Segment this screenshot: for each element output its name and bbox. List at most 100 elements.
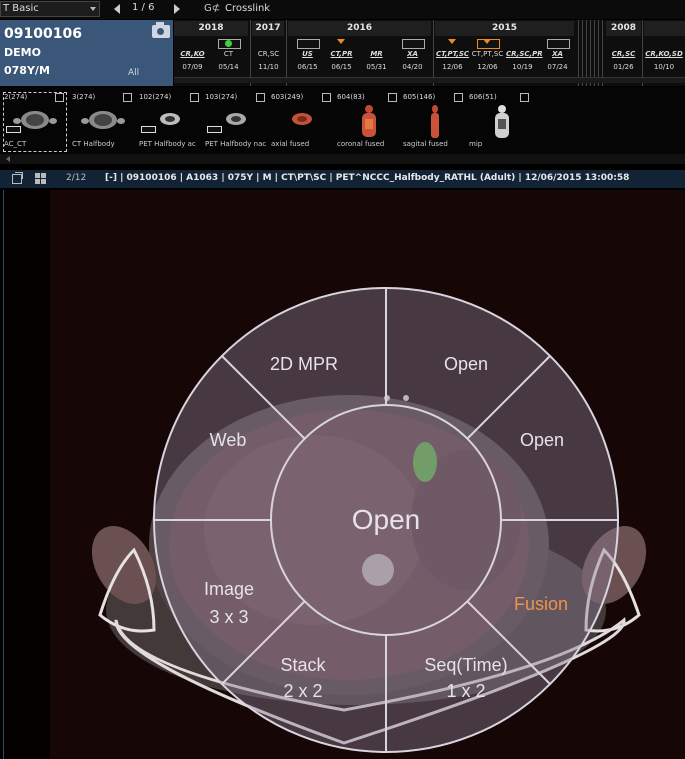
series-select-box[interactable] [55,93,64,102]
series-select-box[interactable] [454,93,463,102]
radial-item-2d-mpr[interactable]: 2D MPR [270,354,338,374]
series-thumbnail[interactable]: 102(274) PET Halfbody ac [139,93,201,151]
radial-item-image[interactable]: Image [204,579,254,599]
series-thumbnail[interactable]: 604(83) coronal fused [337,93,399,151]
patient-panel[interactable]: 09100106 DEMO 078Y/M All [0,20,173,86]
maximize-icon[interactable] [12,172,23,184]
study-modality: MR [370,50,383,58]
series-select-box[interactable] [190,93,199,102]
series-label: sagital fused [403,140,448,148]
study-modality: CT,PT,SC [471,50,504,58]
patient-name: DEMO [4,46,41,59]
series-select-box[interactable] [256,93,265,102]
flag-triangle-icon [448,39,456,44]
radial-item-fusion[interactable]: Fusion [514,594,568,614]
study-item[interactable]: CT,PT,SC 12/06 [436,20,469,76]
study-date: 04/20 [402,63,423,71]
grid-layout-icon[interactable] [35,173,46,184]
study-item[interactable]: MR 05/31 [360,20,393,76]
previous-page-icon[interactable] [114,4,120,14]
series-select-box[interactable] [123,93,132,102]
viewer-header: 2/12 [-] | 09100106 | A1063 | 075Y | M |… [0,170,685,188]
study-timeline: 2018 2017 2016 2015 2008 CR,KO 07/09 CT … [174,20,685,86]
study-info: [-] | 09100106 | A1063 | 075Y | M | CT\P… [105,173,630,183]
series-label: PET Halfbody ac [139,140,196,148]
patient-age-sex: 078Y/M [4,64,50,77]
study-date: 12/06 [477,63,498,71]
study-item[interactable]: CR,KO 07/09 [176,20,209,76]
series-thumbnail-image [362,105,376,137]
study-date: 10/19 [512,63,533,71]
series-header: 2(274) [4,93,28,101]
flag-triangle-icon [337,39,345,44]
crosslink-icon[interactable]: G⊄ [204,3,220,14]
radial-item-image-sub: 3 x 3 [209,607,248,627]
radial-item-stack-sub: 2 x 2 [283,681,322,701]
series-thumbnail[interactable]: 3(274) CT Halfbody [72,93,134,151]
image-viewport[interactable]: Open 2D MPR Open Web Open Image 3 x 3 Fu… [3,190,685,759]
series-label: PET Halfbody nac [205,140,267,148]
radial-center-open[interactable]: Open [352,504,421,535]
image-count: 2/12 [66,173,87,183]
series-header: 3(274) [72,93,96,101]
radial-item-open-top[interactable]: Open [444,354,488,374]
study-date: 05/14 [218,63,239,71]
study-item[interactable]: US 06/15 [291,20,324,76]
series-thumbnail[interactable]: 605(146) sagital fused [403,93,465,151]
study-item[interactable]: CT,PR 06/15 [325,20,358,76]
series-strip: 2(274) AC_CT 3(274) CT Halfbody 102(274)… [0,87,685,154]
timeline-scrollbar[interactable] [174,77,685,83]
flag-triangle-icon [483,39,491,44]
study-item[interactable]: CR,SC 11/10 [252,20,285,76]
series-strip-scrollbar[interactable] [0,154,685,164]
series-select-box[interactable] [520,93,529,102]
study-date: 05/31 [366,63,387,71]
series-select-box[interactable] [322,93,331,102]
chevron-down-icon [90,7,96,11]
series-select-box[interactable] [388,93,397,102]
series-header: 102(274) [139,93,172,101]
layout-select[interactable]: T Basic [0,1,100,17]
next-page-icon[interactable] [174,4,180,14]
radial-item-stack[interactable]: Stack [280,655,326,675]
series-thumbnail-image [160,113,180,125]
series-thumbnail[interactable]: 2(274) AC_CT [3,92,67,152]
study-modality: CT,PT,SC [436,50,470,58]
camera-icon[interactable] [152,22,170,38]
layout-select-value: T Basic [3,3,39,14]
study-item[interactable]: CT 05/14 [212,20,245,76]
study-marker-box [402,39,425,49]
study-date: 07/09 [182,63,203,71]
radial-item-open-right[interactable]: Open [520,430,564,450]
series-thumbnail[interactable]: 606(51) mip [469,93,531,151]
series-header: 604(83) [337,93,365,101]
scroll-left-icon[interactable] [6,156,10,162]
study-item[interactable]: XA 04/20 [396,20,429,76]
series-thumbnail[interactable]: 603(249) axial fused [271,93,333,151]
series-label: CT Halfbody [72,140,115,148]
study-date: 10/10 [653,63,675,71]
series-label: axial fused [271,140,310,148]
series-thumbnail-image [81,111,125,129]
patient-id: 09100106 [4,26,82,42]
study-date: 07/24 [547,63,568,71]
study-item[interactable]: CR,SC,PR 10/19 [506,20,543,76]
top-toolbar: T Basic 1 / 6 G⊄ Crosslink [0,0,685,19]
study-item-current[interactable]: CT,PT,SC 12/06 [471,20,504,76]
series-thumbnail-image [495,105,509,138]
series-thumbnail[interactable]: 103(274) PET Halfbody nac [205,93,267,151]
all-studies-label[interactable]: All [128,68,139,78]
radial-menu-overlay: Open 2D MPR Open Web Open Image 3 x 3 Fu… [50,190,685,759]
study-date: 12/06 [442,63,463,71]
series-label: coronal fused [337,140,385,148]
study-date: 06/15 [331,63,352,71]
radial-item-seq-time[interactable]: Seq(Time) [424,655,507,675]
study-date: 01/26 [613,63,634,71]
crosslink-button[interactable]: Crosslink [225,3,270,14]
study-item[interactable]: XA 07/24 [541,20,574,76]
study-marker-box [547,39,570,49]
radial-item-web[interactable]: Web [210,430,247,450]
study-item[interactable]: CR,KO,SD 10/10 [645,20,683,76]
series-progress-bar [207,126,222,133]
study-item[interactable]: CR,SC 01/26 [607,20,640,76]
